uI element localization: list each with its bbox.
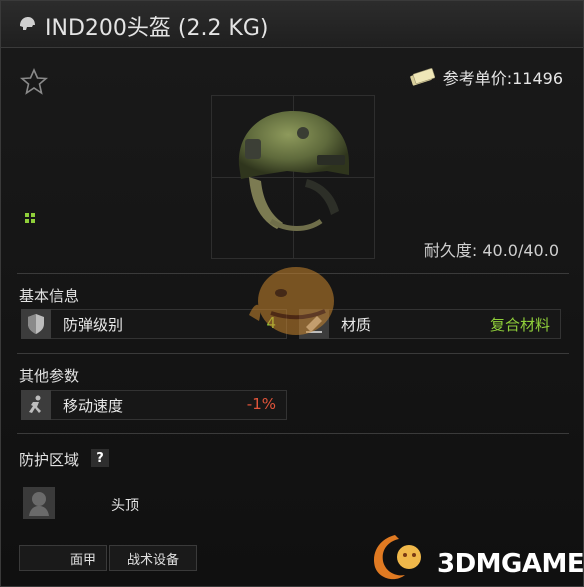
helmet-image	[238, 111, 349, 231]
armor-class-label: 防弹级别	[63, 315, 124, 334]
protection-heading: 防护区域	[19, 451, 80, 469]
help-icon[interactable]: ?	[91, 449, 109, 467]
favorite-star-icon[interactable]	[19, 67, 49, 97]
tab-face-shield[interactable]: 面甲	[19, 545, 107, 571]
move-speed-label: 移动速度	[63, 396, 124, 415]
other-params-heading: 其他参数	[19, 367, 80, 385]
durability-text: 耐久度: 40.0/40.0	[423, 241, 559, 260]
shield-icon	[21, 309, 51, 339]
reference-price: 参考单价:11496	[409, 65, 563, 89]
tab-tactical-devices-label: 战术设备	[126, 552, 179, 568]
mascot-watermark	[249, 267, 334, 335]
protection-zone-label: 头顶	[111, 498, 139, 514]
item-inspect-window: IND200头盔 (2.2 KG) 参考单价:11496 耐久度: 40.0/4…	[0, 0, 584, 587]
tab-tactical-devices[interactable]: 战术设备	[109, 545, 197, 571]
head-silhouette-icon	[23, 487, 55, 519]
helmet-icon	[20, 17, 35, 30]
divider	[17, 353, 569, 354]
item-title: IND200头盔 (2.2 KG)	[45, 16, 269, 41]
3dmgame-logo-text: 3DMGAME	[437, 549, 584, 579]
move-speed-stat[interactable]: 移动速度 -1%	[21, 390, 287, 420]
material-value: 复合材料	[489, 316, 550, 334]
basic-info-heading: 基本信息	[19, 287, 80, 305]
money-icon	[409, 68, 435, 86]
title-bar[interactable]: IND200头盔 (2.2 KG)	[1, 1, 583, 48]
divider	[17, 433, 569, 434]
grid-size-icon	[25, 213, 35, 223]
reference-price-label: 参考单价:11496	[442, 69, 563, 88]
tab-face-shield-label: 面甲	[69, 552, 96, 568]
running-man-icon	[21, 390, 51, 420]
move-speed-value: -1%	[246, 395, 276, 413]
